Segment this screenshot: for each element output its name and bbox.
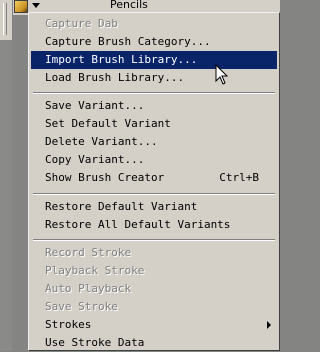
menu-item-label: Show Brush Creator bbox=[45, 171, 165, 184]
menu-item-auto-playback[interactable]: Auto Playback bbox=[31, 280, 277, 298]
menu-item-use-stroke-data[interactable]: Use Stroke Data bbox=[31, 334, 277, 352]
left-edge-strip bbox=[0, 40, 12, 351]
menu-item-restore-default-variant[interactable]: Restore Default Variant bbox=[31, 198, 277, 216]
toolbar-grip-handle[interactable] bbox=[0, 0, 13, 40]
menu-item-record-stroke[interactable]: Record Stroke bbox=[31, 244, 277, 262]
menu-item-set-default-variant[interactable]: Set Default Variant bbox=[31, 115, 277, 133]
menu-item-label: Save Variant... bbox=[45, 99, 145, 112]
menu-item-label: Use Stroke Data bbox=[45, 336, 145, 349]
menu-item-delete-variant[interactable]: Delete Variant... bbox=[31, 133, 277, 151]
menu-item-load-brush-library[interactable]: Load Brush Library... bbox=[31, 69, 277, 87]
submenu-arrow-icon bbox=[267, 321, 271, 329]
brush-menu: Capture Dab Capture Brush Category... Im… bbox=[28, 12, 280, 351]
mouse-cursor-icon bbox=[215, 64, 229, 85]
menu-item-label: Restore Default Variant bbox=[45, 200, 198, 213]
brush-category-label: Pencils bbox=[110, 0, 148, 11]
menu-separator bbox=[33, 239, 275, 241]
menu-item-save-variant[interactable]: Save Variant... bbox=[31, 97, 277, 115]
menu-item-capture-dab[interactable]: Capture Dab bbox=[31, 15, 277, 33]
shortcut-label: Ctrl+B bbox=[219, 171, 259, 184]
menu-item-label: Save Stroke bbox=[45, 300, 118, 313]
menu-item-label: Copy Variant... bbox=[45, 153, 145, 166]
menu-item-label: Load Brush Library... bbox=[45, 71, 185, 84]
menu-item-label: Auto Playback bbox=[45, 282, 132, 295]
brush-thumbnail-icon[interactable] bbox=[14, 0, 28, 13]
menu-item-strokes[interactable]: Strokes bbox=[31, 316, 277, 334]
dropdown-arrow-icon bbox=[32, 3, 40, 8]
menu-item-label: Capture Dab bbox=[45, 17, 118, 30]
menu-item-label: Record Stroke bbox=[45, 246, 132, 259]
menu-separator bbox=[33, 193, 275, 195]
menu-item-show-brush-creator[interactable]: Show Brush Creator Ctrl+B bbox=[31, 169, 277, 187]
menu-item-label: Set Default Variant bbox=[45, 117, 171, 130]
menu-item-label: Import Brush Library... bbox=[45, 53, 198, 66]
menu-separator bbox=[33, 92, 275, 94]
menu-item-restore-all-default-variants[interactable]: Restore All Default Variants bbox=[31, 216, 277, 234]
menu-item-import-brush-library[interactable]: Import Brush Library... bbox=[31, 51, 277, 69]
menu-item-capture-brush-category[interactable]: Capture Brush Category... bbox=[31, 33, 277, 51]
menu-item-label: Delete Variant... bbox=[45, 135, 158, 148]
menu-item-playback-stroke[interactable]: Playback Stroke bbox=[31, 262, 277, 280]
menu-item-label: Capture Brush Category... bbox=[45, 35, 211, 48]
menu-item-label: Strokes bbox=[45, 318, 92, 331]
menu-item-save-stroke[interactable]: Save Stroke bbox=[31, 298, 277, 316]
menu-item-copy-variant[interactable]: Copy Variant... bbox=[31, 151, 277, 169]
menu-item-label: Playback Stroke bbox=[45, 264, 145, 277]
menu-item-label: Restore All Default Variants bbox=[45, 218, 231, 231]
